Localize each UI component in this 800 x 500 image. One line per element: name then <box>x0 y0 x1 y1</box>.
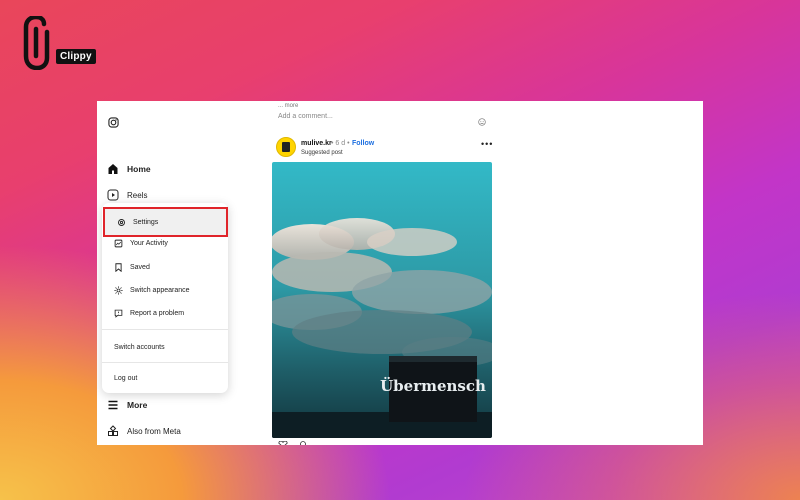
post-image[interactable]: Übermensch <box>272 162 492 438</box>
post-username[interactable]: mulive.kr <box>301 140 332 147</box>
comment-icon[interactable] <box>298 441 308 445</box>
report-icon <box>114 309 123 318</box>
post-time: • 6 d • <box>331 140 350 147</box>
menu-item-log-out[interactable]: Log out <box>114 375 137 382</box>
sidebar-item-more[interactable]: More <box>107 399 147 411</box>
heart-icon[interactable] <box>278 441 288 445</box>
sidebar-item-label: Home <box>127 164 151 174</box>
menu-divider <box>102 329 228 330</box>
more-menu-popup: Settings Your Activity Saved Switch appe… <box>102 203 228 393</box>
sidebar: Home Reels Settings Your Activity Saved … <box>97 101 247 445</box>
menu-item-your-activity[interactable]: Your Activity <box>102 232 228 254</box>
sidebar-item-label: Also from Meta <box>127 426 181 436</box>
suggested-post-label: Suggested post <box>301 150 343 156</box>
gear-icon <box>118 218 125 226</box>
menu-item-report-problem[interactable]: Report a problem <box>102 302 228 324</box>
add-comment-input[interactable]: Add a comment... <box>278 113 333 120</box>
menu-item-label: Saved <box>130 263 150 271</box>
emoji-icon[interactable] <box>478 113 486 131</box>
feed: ... more Add a comment... mulive.kr • 6 … <box>272 101 494 445</box>
meta-apps-icon <box>108 425 118 436</box>
instagram-window: Home Reels Settings Your Activity Saved … <box>97 101 703 445</box>
bookmark-icon <box>115 262 122 272</box>
menu-item-label: Settings <box>133 218 159 226</box>
menu-item-switch-accounts[interactable]: Switch accounts <box>114 344 165 351</box>
more-options-icon[interactable]: ••• <box>481 139 493 149</box>
post-action-bar <box>278 441 308 445</box>
activity-icon <box>114 239 123 247</box>
home-icon <box>108 164 118 174</box>
sidebar-item-also-from-meta[interactable]: Also from Meta <box>107 425 181 437</box>
hamburger-icon <box>108 400 118 410</box>
caption-more-link[interactable]: ... more <box>278 103 298 109</box>
sidebar-item-label: Reels <box>127 190 148 200</box>
billboard-text: Übermensch <box>380 376 486 395</box>
menu-item-label: Your Activity <box>130 239 168 247</box>
clippy-logo: Clippy <box>22 14 96 71</box>
sidebar-item-label: More <box>127 400 148 410</box>
menu-item-switch-appearance[interactable]: Switch appearance <box>102 279 228 301</box>
avatar[interactable] <box>276 137 296 157</box>
reels-icon <box>107 189 119 201</box>
menu-item-label: Report a problem <box>130 309 185 317</box>
sun-icon <box>114 285 123 295</box>
paperclip-icon <box>23 14 50 71</box>
clippy-logo-text: Clippy <box>56 49 96 64</box>
sidebar-item-home[interactable]: Home <box>107 163 151 175</box>
follow-button[interactable]: Follow <box>352 140 374 147</box>
menu-item-saved[interactable]: Saved <box>102 256 228 278</box>
menu-item-label: Switch appearance <box>130 286 190 294</box>
instagram-icon[interactable] <box>108 115 119 133</box>
post-header: mulive.kr • 6 d • Follow Suggested post … <box>276 137 494 159</box>
sidebar-item-reels[interactable]: Reels <box>107 189 147 201</box>
menu-divider <box>102 362 228 363</box>
